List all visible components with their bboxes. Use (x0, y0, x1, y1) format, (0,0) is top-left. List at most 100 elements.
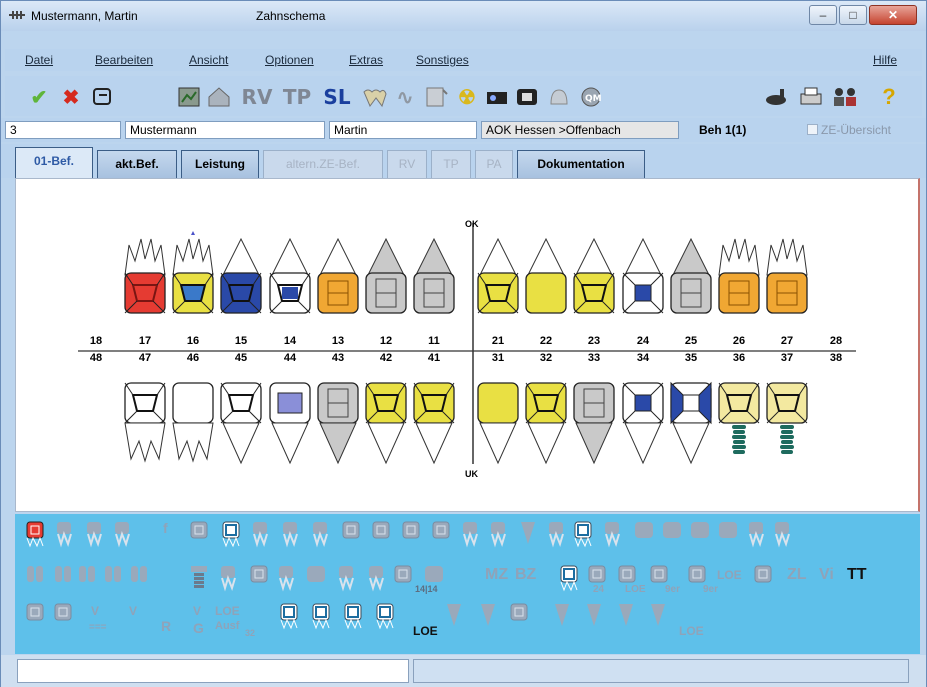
tooth-number-25[interactable]: 25 (676, 335, 706, 347)
palette-tool-r1-17[interactable] (574, 521, 592, 548)
menu-hilfe[interactable]: Hilfe (873, 53, 897, 67)
tooth-41[interactable] (413, 382, 455, 465)
palette-tool-r2-0[interactable] (27, 566, 43, 582)
palette-tool-r1-23[interactable] (749, 522, 764, 548)
palette-tool-r2-6[interactable] (221, 566, 236, 592)
tooth-27[interactable] (766, 238, 808, 314)
tab-rv[interactable]: RV (387, 150, 427, 178)
palette-tool-r2-9[interactable] (307, 566, 325, 582)
tooth-number-34[interactable]: 34 (628, 352, 658, 364)
palette-tool-r1-3[interactable] (115, 522, 130, 548)
menu-ansicht[interactable]: Ansicht (189, 53, 228, 67)
house-icon[interactable] (205, 84, 233, 110)
chart-icon[interactable] (175, 84, 203, 110)
palette-tool-r1-2[interactable] (87, 522, 102, 548)
palette-zl-label[interactable]: ZL (787, 566, 807, 584)
menu-extras[interactable]: Extras (349, 53, 383, 67)
palette-v3-label[interactable]: V (193, 604, 201, 618)
tooth-number-22[interactable]: 22 (531, 335, 561, 347)
palette-tool-r3-0[interactable] (26, 603, 44, 621)
tooth-25[interactable] (670, 237, 712, 314)
tooth-33[interactable] (573, 382, 615, 465)
palette-loe5-label[interactable]: LOE (679, 624, 704, 638)
minimize-button[interactable]: – (809, 5, 837, 25)
maximize-button[interactable]: □ (839, 5, 867, 25)
tab-pa[interactable]: PA (475, 150, 513, 178)
palette-tool-r1-9[interactable] (342, 521, 360, 539)
palette-vi-label[interactable]: Vi (819, 566, 834, 584)
palette-tool-r1-22[interactable] (719, 522, 737, 538)
palette-tool-r2-5[interactable] (191, 566, 207, 588)
tooth-number-48[interactable]: 48 (81, 352, 111, 364)
tooth-number-23[interactable]: 23 (579, 335, 609, 347)
printer-icon[interactable] (797, 84, 825, 110)
tooth-number-12[interactable]: 12 (371, 335, 401, 347)
palette-tool-r2-3[interactable] (105, 566, 121, 582)
palette-tool-r2-12[interactable] (394, 565, 412, 583)
palette-tool-r1-10[interactable] (372, 521, 390, 539)
tooth-15[interactable] (220, 237, 262, 314)
palette-loe3-label[interactable]: LOE (215, 604, 240, 618)
palette-bz-label[interactable]: BZ (515, 566, 536, 584)
tooth-number-15[interactable]: 15 (226, 335, 256, 347)
palette-loe4-label[interactable]: LOE (413, 624, 438, 638)
tab-leistung[interactable]: Leistung (181, 150, 259, 178)
tab-altern-ze-bef[interactable]: altern.ZE-Bef. (263, 150, 383, 178)
palette-v1-label[interactable]: V (91, 604, 99, 618)
tooth-number-11[interactable]: 11 (419, 335, 449, 347)
patients-icon[interactable] (831, 84, 859, 110)
tooth-12[interactable] (365, 237, 407, 314)
tooth-36[interactable] (718, 382, 760, 454)
tooth-34[interactable] (622, 382, 664, 465)
palette-tool-r3-12[interactable] (651, 604, 665, 626)
tooth-24[interactable] (622, 237, 664, 314)
sl-icon[interactable]: SL (317, 84, 357, 110)
palette-tool-r2-13[interactable] (425, 566, 443, 582)
tooth-number-42[interactable]: 42 (371, 352, 401, 364)
tooth-22[interactable] (525, 237, 567, 314)
tooth-number-43[interactable]: 43 (323, 352, 353, 364)
palette-tool-r2-16[interactable] (618, 565, 636, 583)
tooth-26[interactable] (718, 238, 760, 314)
palette-tool-r2-10[interactable] (339, 566, 354, 592)
palette-tool-r2-18[interactable] (688, 565, 706, 583)
tooth-number-31[interactable]: 31 (483, 352, 513, 364)
palette-loe-label[interactable]: LOE (717, 568, 742, 582)
palette-tool-r3-11[interactable] (619, 604, 633, 626)
palette-tool-r1-24[interactable] (775, 522, 790, 548)
tooth-number-28[interactable]: 28 (821, 335, 851, 347)
tooth-number-14[interactable]: 14 (275, 335, 305, 347)
menu-sonstiges[interactable]: Sonstiges (416, 53, 469, 67)
cancel-icon[interactable]: ✖ (57, 84, 85, 110)
wave-icon[interactable]: ∿ (391, 84, 419, 110)
tooth-43[interactable] (317, 382, 359, 465)
palette-tool-r1-5[interactable] (222, 521, 240, 548)
radiation-icon[interactable]: ☢ (453, 84, 481, 110)
tooth-31[interactable] (477, 382, 519, 465)
patient-firstname-field[interactable]: Martin (329, 121, 477, 139)
tooth-45[interactable] (220, 382, 262, 465)
palette-tool-r1-13[interactable] (463, 522, 478, 548)
menu-datei[interactable]: Datei (25, 53, 53, 67)
palette-tool-r3-10[interactable] (587, 604, 601, 626)
tooth-number-26[interactable]: 26 (724, 335, 754, 347)
palette-tool-r3-2[interactable] (280, 603, 298, 630)
palette-tool-r1-16[interactable] (549, 522, 564, 548)
refresh-icon[interactable] (89, 84, 117, 110)
palette-tool-r2-14[interactable] (560, 565, 578, 592)
patient-lastname-field[interactable]: Mustermann (125, 121, 325, 139)
palette-r-label[interactable]: R (161, 618, 171, 634)
tooth-number-21[interactable]: 21 (483, 335, 513, 347)
palette-tool-r3-4[interactable] (344, 603, 362, 630)
palette-tool-r1-21[interactable] (691, 522, 709, 538)
palette-tool-r1-19[interactable] (635, 522, 653, 538)
palette-tool-r3-5[interactable] (376, 603, 394, 630)
palette-tool-r1-7[interactable] (283, 522, 298, 548)
palette-tool-r1-0[interactable] (26, 521, 44, 548)
palette-tool-r1-20[interactable] (663, 522, 681, 538)
qm-icon[interactable]: QM (577, 84, 605, 110)
palette-tool-r1-8[interactable] (313, 522, 328, 548)
tooth-number-13[interactable]: 13 (323, 335, 353, 347)
tooth-number-16[interactable]: 16 (178, 335, 208, 347)
tooth-11[interactable] (413, 237, 455, 314)
